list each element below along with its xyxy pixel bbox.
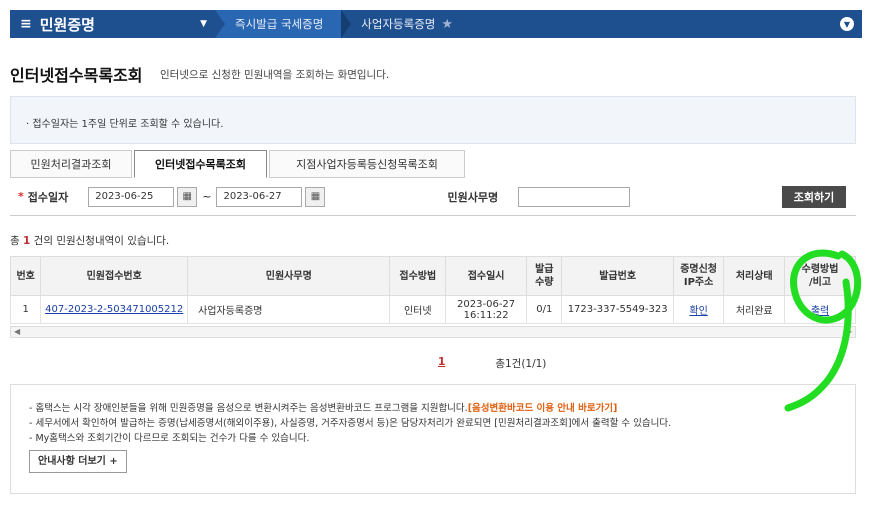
ip-confirm-link[interactable]: 확인: [689, 306, 707, 317]
breadcrumb-label: 즉시발급 국세증명: [235, 17, 324, 31]
page-title: 인터넷접수목록조회: [10, 66, 143, 85]
col-header: 접수방법: [389, 256, 447, 296]
scroll-right-icon[interactable]: ▶: [846, 327, 852, 336]
count-suffix: 건의 민원신청내역이 있습니다.: [33, 235, 170, 247]
chevron-down-circle-icon[interactable]: ▼: [840, 17, 854, 31]
tab-label: 인터넷접수목록조회: [154, 158, 247, 171]
notice-text: · 접수일자는 1주일 단위로 조회할 수 있습니다.: [26, 119, 224, 130]
calendar-icon[interactable]: ▦: [177, 186, 198, 207]
date-tilde: ~: [202, 190, 212, 203]
count-prefix: 총: [10, 235, 20, 247]
office-label: 민원사무명: [447, 190, 499, 204]
horizontal-scrollbar[interactable]: ◀ ▶: [10, 326, 856, 338]
guide-box: - 홈택스는 시각 장애인분들을 위해 민원증명을 음성으로 변환시켜주는 음성…: [10, 384, 856, 494]
hamburger-icon: ≡: [20, 16, 32, 32]
pagination: 1 총1건(1/1): [438, 356, 546, 371]
search-button[interactable]: 조회하기: [782, 186, 846, 208]
menu-label: 민원증명: [39, 15, 95, 34]
col-header: 발급번호: [561, 256, 674, 296]
cell-number: 1: [9, 295, 42, 324]
required-mark: *: [18, 190, 24, 203]
more-info-button[interactable]: 안내사항 더보기 +: [29, 450, 127, 473]
date-from-input[interactable]: 2023-06-25: [88, 186, 175, 207]
results-table: 번호 민원접수번호 민원사무명 접수방법 접수일시 발급 수량 발급번호 증명신청…: [9, 256, 856, 324]
page-current[interactable]: 1: [438, 356, 445, 371]
col-header: 민원사무명: [187, 256, 391, 296]
table-row: 1 407-2023-2-503471005212 사업자등록증명 인터넷 20…: [9, 295, 856, 324]
tab-internet-receipt[interactable]: 인터넷접수목록조회: [134, 150, 267, 178]
tab-label: 지점사업자등록등신청목록조회: [296, 158, 438, 171]
print-link[interactable]: 출력: [811, 306, 829, 317]
date-to-input[interactable]: 2023-06-27: [216, 186, 303, 207]
receipt-number-link[interactable]: 407-2023-2-503471005212: [45, 304, 183, 315]
search-bar: * 접수일자 2023-06-25 ▦ ~ 2023-06-27 ▦ 민원사무명…: [10, 178, 856, 216]
table-header-row: 번호 민원접수번호 민원사무명 접수방법 접수일시 발급 수량 발급번호 증명신청…: [9, 256, 856, 296]
col-header: 번호: [9, 256, 42, 296]
breadcrumb-label: 사업자등록증명: [361, 17, 436, 31]
voice-barcode-link[interactable]: [음성변환바코드 이용 안내 바로가기]: [468, 403, 618, 414]
tab-result-inquiry[interactable]: 민원처리결과조회: [10, 150, 132, 178]
tab-bar: 민원처리결과조회 인터넷접수목록조회 지점사업자등록등신청목록조회: [10, 150, 467, 178]
col-header: 민원접수번호: [40, 256, 189, 296]
top-navigation-bar: ≡ 민원증명 ▼ 즉시발급 국세증명 사업자등록증명 ★ ▼: [10, 10, 862, 38]
tab-branch-registration[interactable]: 지점사업자등록등신청목록조회: [269, 150, 465, 178]
col-header: 증명신청 IP주소: [672, 256, 725, 296]
col-header: 처리상태: [723, 256, 786, 296]
breadcrumb-tax-certificate[interactable]: 즉시발급 국세증명: [215, 10, 342, 38]
cell-datetime: 2023-06-27 16:11:22: [445, 295, 528, 324]
breadcrumb-business-registration[interactable]: 사업자등록증명 ★: [341, 10, 471, 38]
cell-status: 처리완료: [723, 295, 786, 324]
scroll-left-icon[interactable]: ◀: [14, 327, 20, 336]
page-total: 총1건(1/1): [495, 358, 547, 370]
result-count: 총 1 건의 민원신청내역이 있습니다.: [10, 233, 169, 248]
date-label: 접수일자: [27, 190, 69, 204]
guide-line-3: - My홈택스와 조회기간이 다르므로 조회되는 건수가 다를 수 있습니다.: [29, 433, 310, 444]
star-icon[interactable]: ★: [441, 17, 453, 32]
chevron-down-icon: ▼: [200, 19, 207, 29]
col-header: 수령방법/비고: [784, 256, 856, 296]
cell-office-name: 사업자등록증명: [187, 295, 391, 324]
cell-quantity: 0/1: [526, 295, 563, 324]
page-subtitle: 인터넷으로 신청한 민원내역을 조회하는 화면입니다.: [160, 69, 390, 81]
calendar-icon[interactable]: ▦: [305, 186, 326, 207]
count-number: 1: [23, 235, 31, 247]
tab-label: 민원처리결과조회: [30, 158, 112, 171]
notice-box: · 접수일자는 1주일 단위로 조회할 수 있습니다.: [10, 96, 856, 144]
guide-line-2: - 세무서에서 확인하여 발급하는 증명(납세증명서(해외이주용), 사실증명,…: [29, 418, 672, 429]
guide-line-1: - 홈택스는 시각 장애인분들을 위해 민원증명을 음성으로 변환시켜주는 음성…: [29, 403, 618, 414]
menu-dropdown[interactable]: ≡ 민원증명 ▼: [10, 14, 215, 35]
cell-method: 인터넷: [389, 295, 447, 324]
office-input[interactable]: [518, 186, 631, 207]
cell-issue-number: 1723-337-5549-323: [561, 295, 674, 324]
col-header: 접수일시: [445, 256, 528, 296]
col-header: 발급 수량: [526, 256, 563, 296]
